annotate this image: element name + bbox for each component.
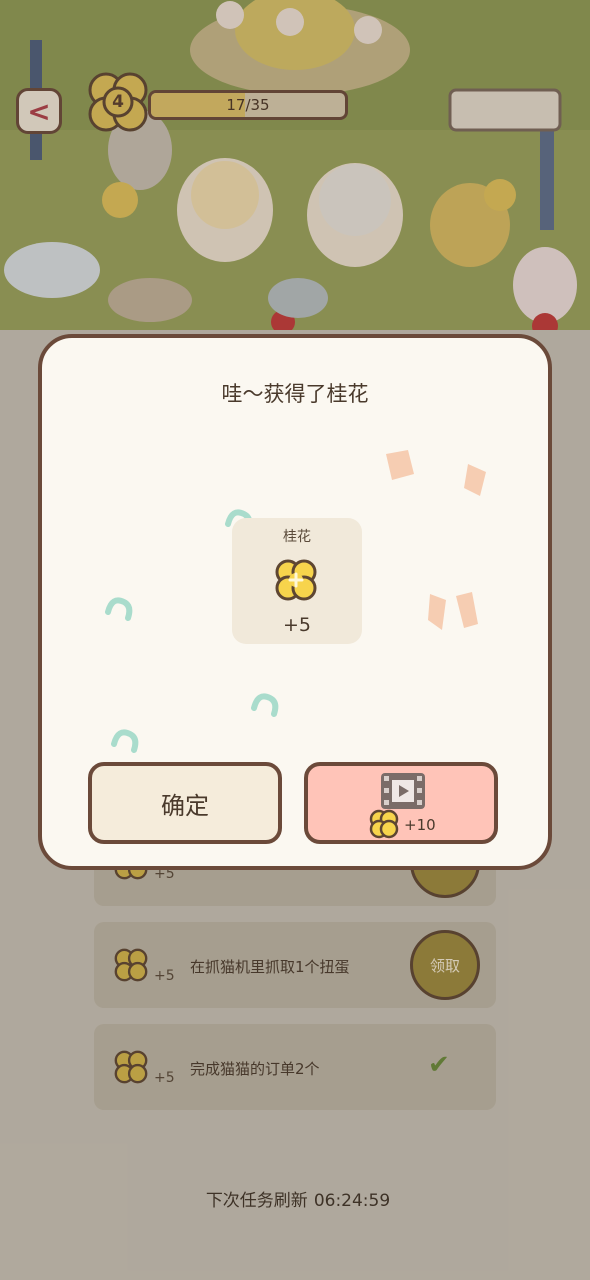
ribbon-decoration (251, 693, 279, 717)
osmanthus-flower-icon (275, 559, 317, 601)
watch-video-double-button[interactable]: +10 (304, 762, 498, 844)
osmanthus-flower-icon (369, 809, 399, 839)
confetti-decoration (386, 450, 414, 480)
item-name: 桂花 (283, 529, 311, 545)
dialog-title: 哇～获得了桂花 (221, 382, 369, 406)
reward-dialog: 哇～获得了桂花 桂花 +5 确定 +10 (38, 334, 552, 870)
item-amount: +5 (282, 614, 311, 636)
confirm-label: 确定 (161, 791, 209, 820)
ribbon-decoration (105, 597, 133, 621)
reward-item-card: 桂花 +5 (232, 518, 362, 644)
confetti-decoration (464, 464, 486, 496)
film-play-icon (381, 773, 425, 809)
confetti-decoration (428, 592, 478, 630)
ribbon-decoration (111, 729, 139, 753)
video-bonus-amount: +10 (404, 816, 436, 834)
confirm-button[interactable]: 确定 (88, 762, 282, 844)
